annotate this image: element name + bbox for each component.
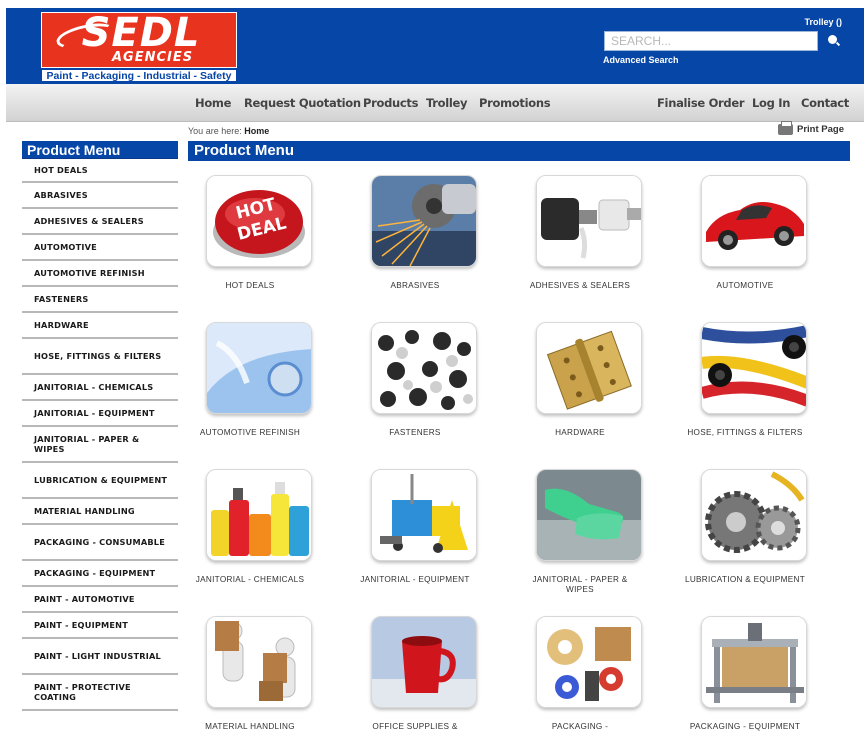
sidebar-item[interactable]: MATERIAL HANDLING	[22, 499, 178, 525]
advanced-search-link[interactable]: Advanced Search	[603, 55, 679, 65]
logo-wordmark: SEDL	[81, 12, 201, 56]
product-label[interactable]: JANITORIAL - CHEMICALS	[188, 575, 312, 585]
nav-request-quotation[interactable]: Request Quotation	[244, 96, 361, 110]
sidebar: Product Menu HOT DEALS ABRASIVES ADHESIVES…	[22, 141, 178, 711]
print-page-label: Print Page	[797, 124, 844, 136]
nav-promotions[interactable]: Promotions	[479, 96, 551, 110]
sidebar-item[interactable]: HOSE, FITTINGS & FILTERS	[22, 339, 178, 375]
nav-log-in[interactable]: Log In	[752, 96, 790, 110]
breadcrumb-current[interactable]: Home	[244, 126, 269, 136]
cleaning-bottles-icon[interactable]	[206, 469, 312, 561]
product-label[interactable]: FASTENERS	[353, 428, 477, 438]
search-box	[604, 31, 818, 51]
sidebar-item[interactable]: ADHESIVES & SEALERS	[22, 209, 178, 235]
search-icon[interactable]	[828, 35, 841, 47]
sidebar-item[interactable]: PAINT - AUTOMOTIVE	[22, 587, 178, 613]
print-page-link[interactable]: Print Page	[778, 121, 844, 136]
sidebar-item[interactable]: AUTOMOTIVE	[22, 235, 178, 261]
product-label[interactable]: MATERIAL HANDLING	[188, 722, 312, 732]
figures-carrying-boxes-icon[interactable]	[206, 616, 312, 708]
search-input[interactable]	[605, 32, 817, 50]
printer-icon	[778, 121, 793, 135]
sidebar-item[interactable]: JANITORIAL - CHEMICALS	[22, 375, 178, 401]
coloured-hoses-icon[interactable]	[701, 322, 807, 414]
product-label[interactable]: AUTOMOTIVE REFINISH	[188, 428, 312, 438]
tape-boxes-icon[interactable]	[536, 616, 642, 708]
trolley-link[interactable]: Trolley ()	[804, 17, 842, 27]
sidebar-item[interactable]: PACKAGING - EQUIPMENT	[22, 561, 178, 587]
product-label[interactable]: HARDWARE	[518, 428, 642, 438]
sedl-logo[interactable]: SEDL AGENCIES Paint - Packaging - Indust…	[41, 12, 237, 82]
gears-oil-icon[interactable]	[701, 469, 807, 561]
nav-contact[interactable]: Contact	[801, 96, 849, 110]
product-label[interactable]: PACKAGING -	[518, 722, 642, 732]
product-label[interactable]: OFFICE SUPPLIES &	[353, 722, 477, 732]
main-title: Product Menu	[188, 141, 850, 161]
breadcrumb: You are here: Home	[188, 126, 269, 136]
sidebar-item[interactable]: LUBRICATION & EQUIPMENT	[22, 463, 178, 499]
red-sports-car-icon[interactable]	[701, 175, 807, 267]
brass-hinge-icon[interactable]	[536, 322, 642, 414]
red-mug-icon[interactable]	[371, 616, 477, 708]
product-label[interactable]: AUTOMOTIVE	[683, 281, 807, 291]
product-label[interactable]: ADHESIVES & SEALERS	[518, 281, 642, 291]
nav-finalise-order[interactable]: Finalise Order	[657, 96, 745, 110]
fasteners-pile-icon[interactable]	[371, 322, 477, 414]
product-label[interactable]: HOT DEALS	[188, 281, 312, 291]
mop-bucket-trolley-icon[interactable]	[371, 469, 477, 561]
sidebar-item[interactable]: PAINT - LIGHT INDUSTRIAL	[22, 639, 178, 675]
logo-tagline: Paint - Packaging - Industrial - Safety	[41, 69, 237, 82]
search-icon-handle	[835, 41, 841, 47]
nav-trolley[interactable]: Trolley	[426, 96, 468, 110]
nav-home[interactable]: Home	[195, 96, 231, 110]
angle-grinder-sparks-icon[interactable]	[371, 175, 477, 267]
breadcrumb-prefix: You are here:	[188, 126, 242, 136]
page: SEDL AGENCIES Paint - Packaging - Indust…	[0, 0, 864, 735]
product-label[interactable]: JANITORIAL - PAPER & WIPES	[518, 575, 642, 595]
carton-sealer-machine-icon[interactable]	[701, 616, 807, 708]
logo-tagline-text: Paint - Packaging - Industrial - Safety	[46, 70, 232, 82]
product-label[interactable]: HOSE, FITTINGS & FILTERS	[683, 428, 807, 438]
hot-deal-button-icon[interactable]: HOT DEAL	[206, 175, 312, 267]
main-nav: Home Request Quotation Products Trolley …	[6, 84, 864, 122]
sidebar-item[interactable]: AUTOMOTIVE REFINISH	[22, 261, 178, 287]
sidebar-item[interactable]: PACKAGING - CONSUMABLE	[22, 525, 178, 561]
product-label[interactable]: LUBRICATION & EQUIPMENT	[683, 575, 807, 585]
sidebar-item[interactable]: HOT DEALS	[22, 159, 178, 183]
nav-products[interactable]: Products	[363, 96, 418, 110]
sidebar-list: HOT DEALS ABRASIVES ADHESIVES & SEALERS AUT…	[22, 159, 178, 711]
logo-red-block: SEDL AGENCIES	[41, 12, 237, 68]
glue-tubes-icon[interactable]	[536, 175, 642, 267]
sidebar-item[interactable]: ABRASIVES	[22, 183, 178, 209]
sidebar-item[interactable]: FASTENERS	[22, 287, 178, 313]
car-paint-refinish-icon[interactable]	[206, 322, 312, 414]
product-label[interactable]: PACKAGING - EQUIPMENT	[683, 722, 807, 732]
sidebar-item[interactable]: PAINT - EQUIPMENT	[22, 613, 178, 639]
sidebar-item[interactable]: JANITORIAL - EQUIPMENT	[22, 401, 178, 427]
gloved-hand-wiping-icon[interactable]	[536, 469, 642, 561]
sidebar-item[interactable]: PAINT - PROTECTIVE COATING	[22, 675, 178, 711]
sidebar-item[interactable]: JANITORIAL - PAPER & WIPES	[22, 427, 178, 463]
product-label[interactable]: JANITORIAL - EQUIPMENT	[353, 575, 477, 585]
sidebar-item[interactable]: HARDWARE	[22, 313, 178, 339]
logo-subword: AGENCIES	[112, 50, 194, 65]
site-header: SEDL AGENCIES Paint - Packaging - Indust…	[6, 8, 864, 84]
product-label[interactable]: ABRASIVES	[353, 281, 477, 291]
sidebar-title: Product Menu	[22, 141, 178, 159]
